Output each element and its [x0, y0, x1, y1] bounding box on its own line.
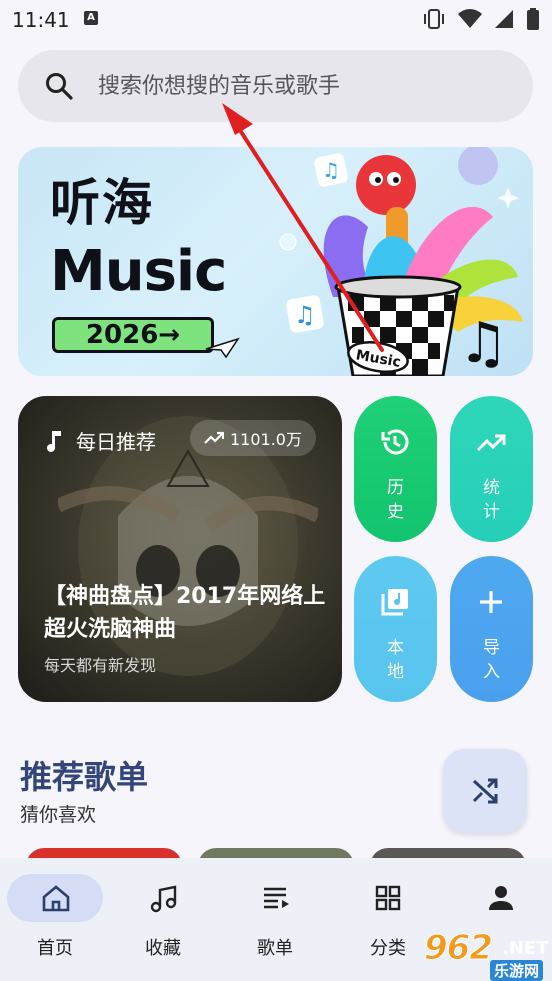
search-bar[interactable]: [18, 50, 533, 122]
history-label: 历史: [387, 478, 404, 522]
svg-text:♫: ♫: [322, 158, 340, 182]
svg-text:♫: ♫: [458, 311, 508, 376]
home-icon: [42, 885, 70, 912]
shuffle-button[interactable]: [443, 749, 527, 833]
daily-playlist-title: 【神曲盘点】2017年网络上超火洗脑神曲: [44, 584, 326, 642]
battery-icon: [527, 8, 539, 30]
grid-icon: [375, 885, 401, 911]
daily-header: 每日推荐: [44, 426, 156, 455]
vibrate-icon: [424, 9, 444, 29]
nav-playlists-label: 歌单: [257, 938, 293, 959]
shuffle-icon: [472, 778, 498, 804]
daily-subtitle: 每天都有新发现: [44, 656, 157, 675]
play-count-badge: 1101.0万: [190, 420, 316, 456]
status-bar: 11:41 A: [0, 0, 552, 38]
import-label: 导入: [483, 638, 500, 682]
music-note-icon: [47, 430, 61, 452]
trending-up-icon: [204, 431, 224, 444]
history-icon: [381, 429, 409, 455]
banner-title-cn: 听海: [50, 174, 154, 232]
stats-button[interactable]: 统计: [450, 396, 533, 542]
daily-label: 每日推荐: [76, 430, 156, 454]
nav-home[interactable]: 首页: [0, 874, 110, 974]
history-button[interactable]: 历史: [354, 396, 437, 542]
person-icon: [489, 886, 513, 910]
nav-home-label: 首页: [37, 938, 73, 959]
local-music-label: 本地: [387, 638, 404, 682]
promo-banner[interactable]: 听海 Music 2026→ ♫ ♫ Music ♫: [18, 147, 533, 376]
nav-favorites[interactable]: 收藏: [108, 874, 218, 974]
status-icons: [422, 8, 540, 30]
wifi-icon: [458, 9, 482, 28]
site-watermark-logo: 962 .NET 乐游网: [424, 928, 549, 981]
status-time: 11:41: [12, 8, 70, 32]
local-music-button[interactable]: 本地: [354, 556, 437, 702]
playlist-icon: [264, 887, 289, 909]
section-subtitle: 猜你喜欢: [20, 804, 97, 826]
library-music-icon: [381, 589, 408, 616]
daily-recommend-card[interactable]: 每日推荐 1101.0万 【神曲盘点】2017年网络上超火洗脑神曲 每天都有新发…: [18, 396, 342, 702]
play-count: 1101.0万: [230, 430, 302, 449]
music-note-icon: [150, 885, 177, 913]
banner-year-tag: 2026→: [52, 317, 214, 353]
banner-artwork-image: ♫ ♫ Music ♫: [268, 147, 523, 376]
nav-playlists[interactable]: 歌单: [220, 874, 330, 974]
svg-text:♫: ♫: [294, 301, 316, 329]
paper-plane-icon: [205, 337, 240, 359]
trending-up-icon: [476, 434, 506, 452]
import-button[interactable]: 导入: [450, 556, 533, 702]
banner-title-en: Music: [50, 239, 227, 304]
plus-icon: [480, 591, 502, 613]
stats-label: 统计: [483, 478, 500, 522]
section-title: 推荐歌单: [20, 758, 149, 796]
signal-icon: [495, 10, 513, 28]
search-input[interactable]: [98, 66, 498, 106]
notification-icon: A: [84, 11, 98, 25]
search-icon: [46, 73, 73, 100]
nav-favorites-label: 收藏: [145, 938, 181, 959]
